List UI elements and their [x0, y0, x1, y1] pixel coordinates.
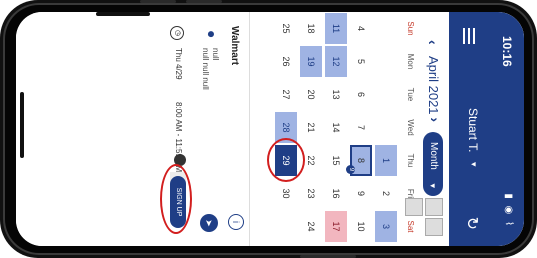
- app-view: 10:16 ▮ ◉ ⌇ Stuart T. ▾ ↻ ‹ April 2021 ›…: [16, 12, 524, 246]
- weekday-label: Thu: [406, 153, 415, 168]
- section-divider: [249, 12, 250, 246]
- annotation-circle: [267, 138, 305, 182]
- calendar-day[interactable]: 11: [325, 13, 347, 44]
- calendar-day[interactable]: 13: [325, 79, 347, 110]
- volume-up-button: [140, 0, 176, 3]
- weekday-label: Tue: [406, 87, 415, 102]
- calendar-title: April 2021: [426, 56, 441, 115]
- home-indicator: [96, 12, 150, 16]
- weekday-label: Sat: [406, 220, 415, 233]
- list-view-icon[interactable]: [425, 198, 443, 216]
- navigate-icon[interactable]: ➤: [200, 214, 218, 232]
- menu-icon[interactable]: [460, 28, 478, 44]
- volume-down-button: [186, 0, 222, 3]
- prev-month-button[interactable]: ‹: [425, 40, 441, 45]
- calendar-day[interactable]: 1: [375, 145, 397, 176]
- calendar-day[interactable]: 24: [300, 211, 322, 242]
- address-line-1: null: [211, 48, 220, 61]
- grid-view-icon[interactable]: [425, 218, 443, 236]
- calendar-day[interactable]: 18: [300, 13, 322, 44]
- calendar-day[interactable]: 5: [350, 46, 372, 77]
- info-icon[interactable]: i: [228, 214, 244, 230]
- view-select[interactable]: Month ▾: [423, 132, 443, 196]
- phone-screen: 10:16 ▮ ◉ ⌇ Stuart T. ▾ ↻ ‹ April 2021 ›…: [16, 12, 524, 246]
- calendar-day[interactable]: 14: [325, 112, 347, 143]
- weekday-label: Fri: [406, 188, 415, 199]
- status-time: 10:16: [500, 36, 514, 67]
- calendar-day[interactable]: 26: [275, 46, 297, 77]
- calendar-day[interactable]: 4: [350, 13, 372, 44]
- calendar-day[interactable]: 30: [275, 178, 297, 209]
- calendar-day[interactable]: 3: [375, 211, 397, 242]
- store-detail: Walmart i ● null null null null ➤ ◷ Thu …: [16, 12, 248, 246]
- calendar-day[interactable]: 27: [275, 79, 297, 110]
- annotation-circle: [160, 164, 192, 234]
- calendar-day[interactable]: 17: [325, 211, 347, 242]
- status-icons: ▮ ◉ ⌇: [503, 193, 514, 228]
- weekday-label: Wed: [406, 119, 415, 136]
- calendar-day[interactable]: 16: [325, 178, 347, 209]
- weekday-label: Sun: [406, 21, 415, 36]
- store-name: Walmart: [229, 26, 240, 66]
- calendar-day[interactable]: 7: [350, 112, 372, 143]
- user-dropdown-icon[interactable]: ▾: [468, 162, 479, 167]
- location-pin-icon: ●: [204, 30, 220, 39]
- calendar-day[interactable]: 25: [275, 13, 297, 44]
- calendar-day[interactable]: 19: [300, 46, 322, 77]
- calendar-day[interactable]: 21: [300, 112, 322, 143]
- calendar-day[interactable]: 9: [350, 178, 372, 209]
- calendar-day[interactable]: 15: [325, 145, 347, 176]
- shift-date: Thu 4/29: [174, 48, 183, 80]
- calendar-day[interactable]: 23: [300, 178, 322, 209]
- calendar-day[interactable]: 20: [300, 79, 322, 110]
- calendar-day[interactable]: 10: [350, 211, 372, 242]
- calendar-day[interactable]: 12: [325, 46, 347, 77]
- address-line-2: null null null: [201, 48, 210, 90]
- weekday-row: Sun Mon Tue Wed Thu Fri Sat: [399, 12, 419, 246]
- user-name[interactable]: Stuart T.: [466, 108, 480, 152]
- calendar-day[interactable]: 6: [350, 79, 372, 110]
- day-number: 8: [356, 157, 366, 163]
- view-label: Month: [428, 142, 439, 170]
- phone-frame: 10:16 ▮ ◉ ⌇ Stuart T. ▾ ↻ ‹ April 2021 ›…: [0, 0, 537, 258]
- home-indicator-bar: [20, 92, 24, 158]
- event-count-badge: 9: [346, 165, 355, 174]
- calendar-day[interactable]: 2: [375, 178, 397, 209]
- calendar-day-selected[interactable]: 8 9: [346, 145, 372, 176]
- app-header: 10:16 ▮ ◉ ⌇ Stuart T. ▾ ↻: [449, 12, 524, 246]
- chevron-down-icon: ▾: [428, 183, 438, 188]
- refresh-icon[interactable]: ↻: [462, 217, 482, 230]
- weekday-label: Mon: [406, 53, 415, 70]
- next-month-button[interactable]: ›: [427, 117, 443, 122]
- clock-icon: ◷: [170, 26, 184, 40]
- calendar-grid: 1 2 3 4 5 6 7 8 9 9 10 11 12 13 14 15 16…: [249, 12, 399, 246]
